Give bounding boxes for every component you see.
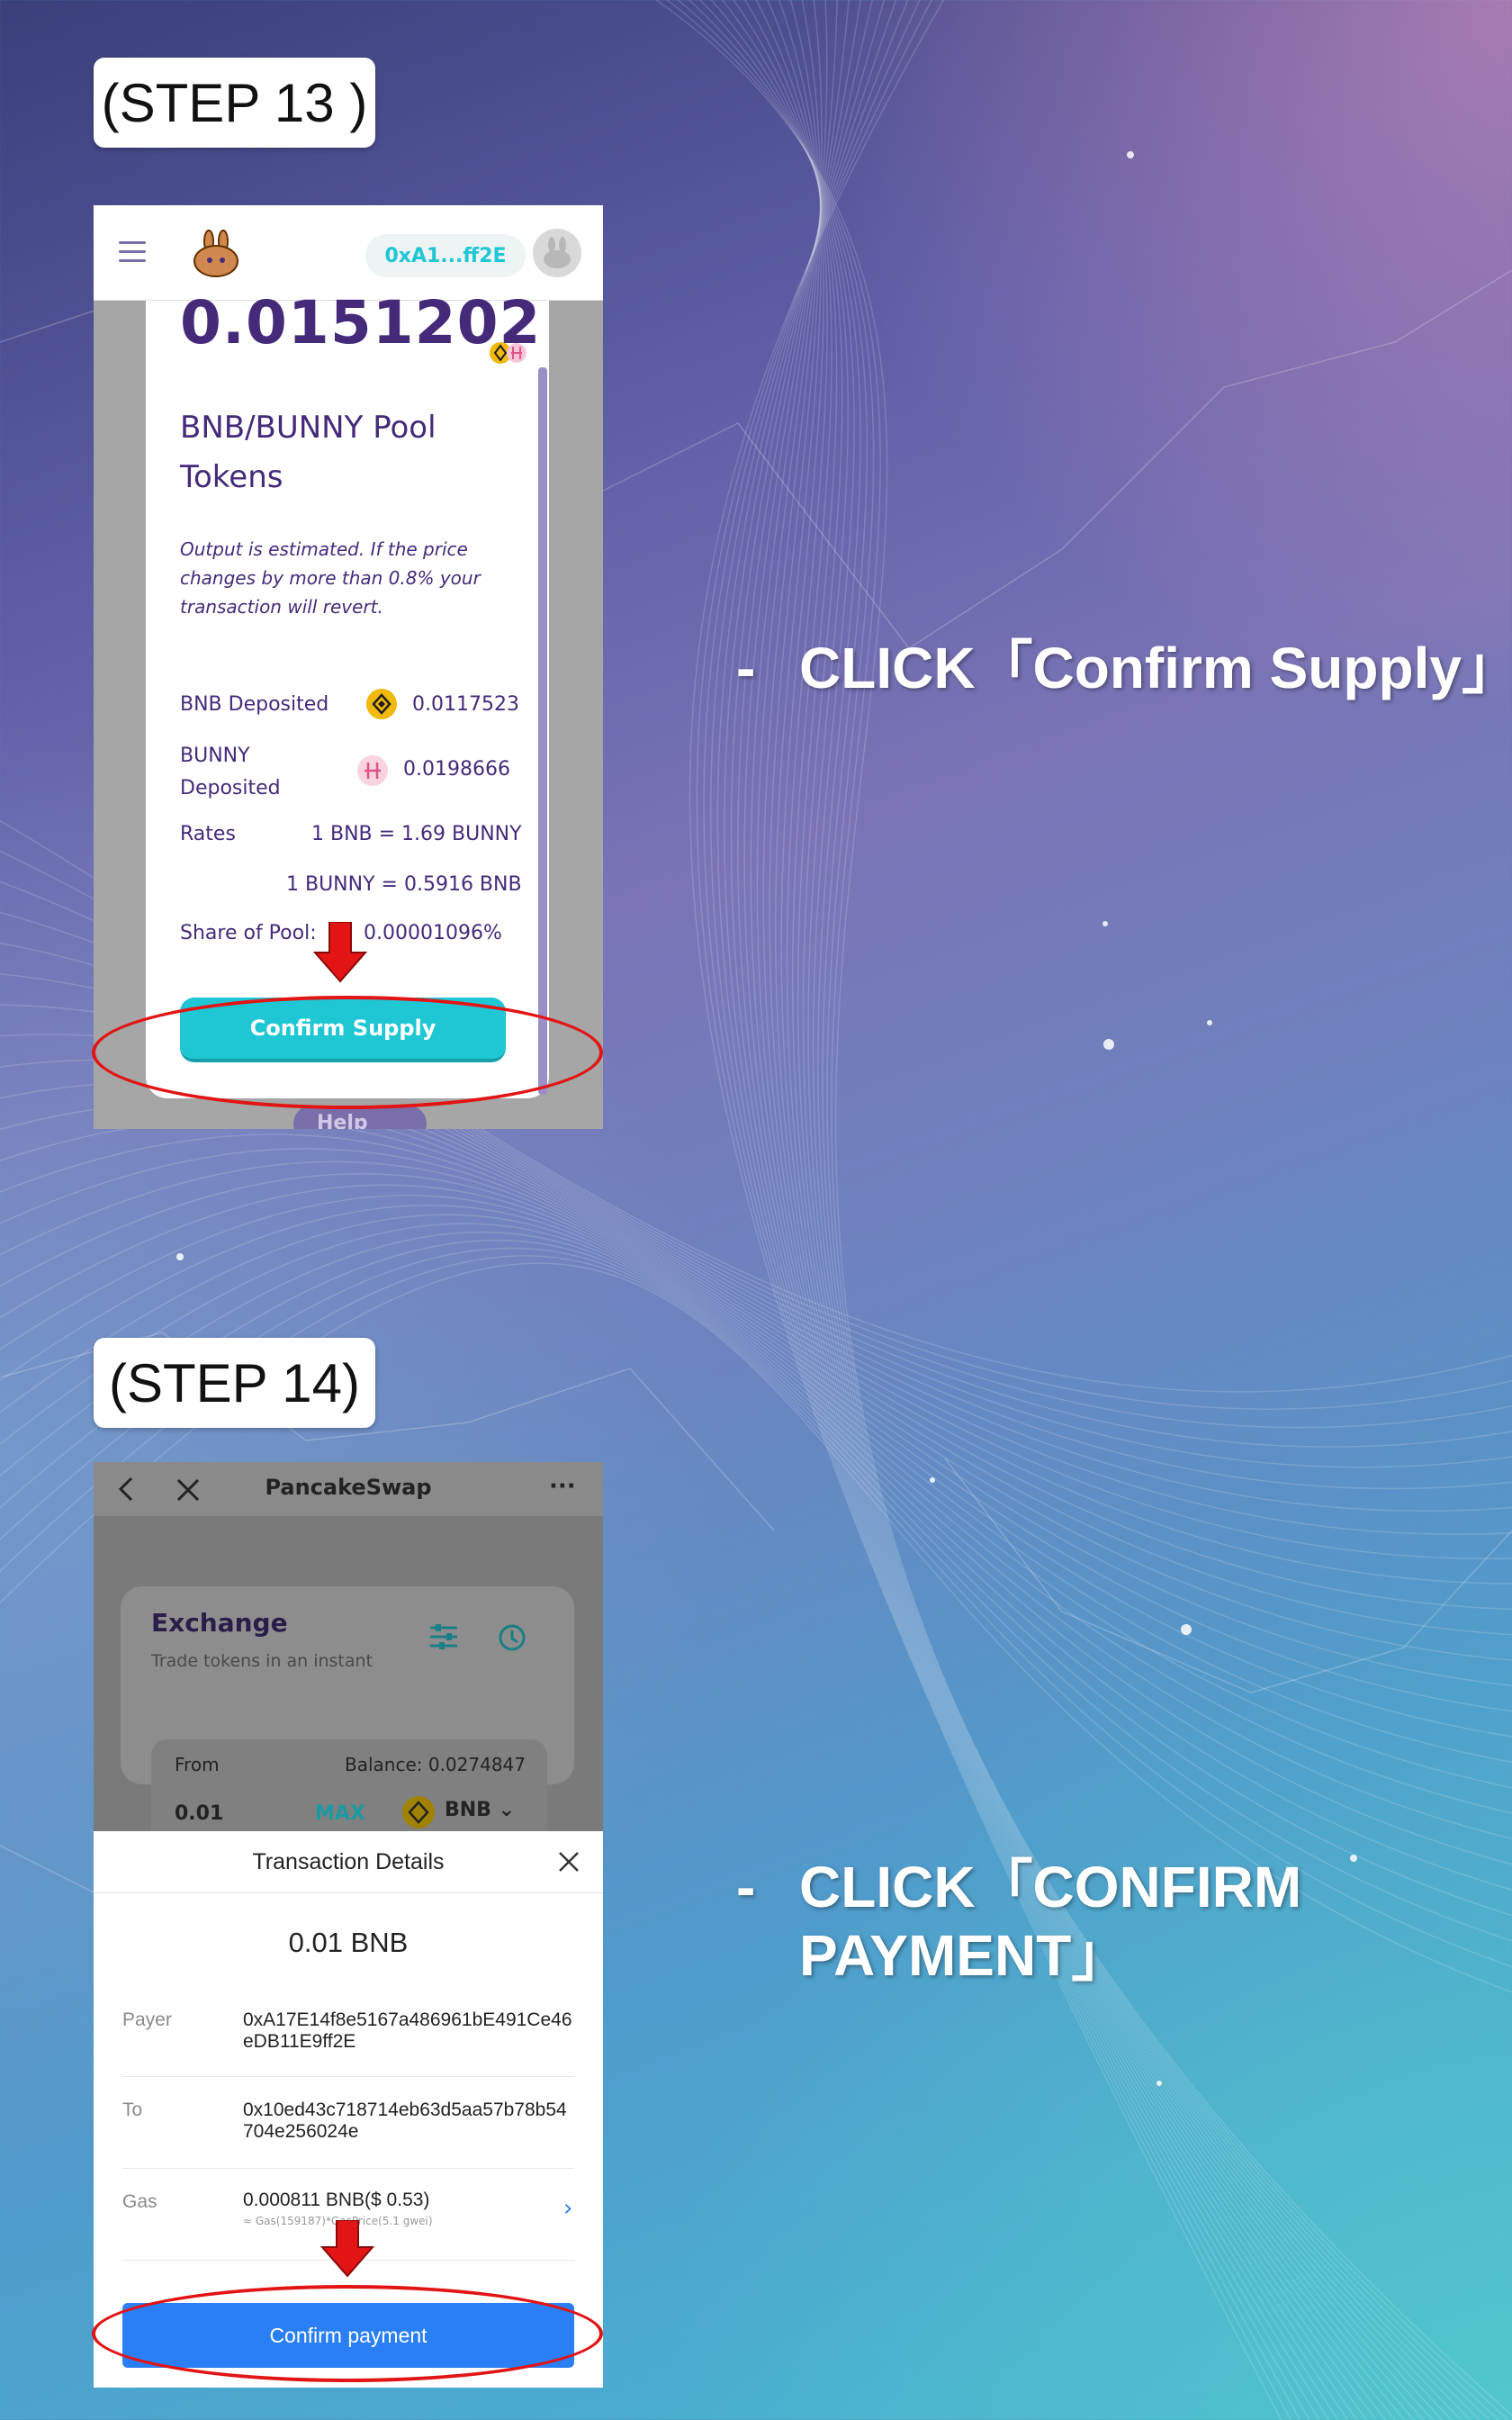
step-14-pointer-arrow-icon (320, 2220, 374, 2278)
more-options-icon[interactable]: ··· (549, 1473, 576, 1500)
bnb-bunny-pair-icon (490, 342, 526, 364)
browser-navbar: PancakeSwap ··· (94, 1462, 603, 1516)
share-of-pool-value: 0.00001096% (364, 922, 502, 944)
bnb-deposited-value: 0.0117523 (412, 693, 519, 716)
close-icon[interactable] (556, 1849, 581, 1874)
to-address: 0x10ed43c718714eb63d5aa57b78b54704e25602… (243, 2099, 567, 2142)
help-button-label: Help (317, 1112, 368, 1129)
gas-details-chevron-icon[interactable]: › (563, 2195, 572, 2222)
pancakeswap-header: 0xA1...ff2E (94, 205, 603, 301)
step-13-highlight-ellipse (92, 996, 603, 1109)
instruction-dash: - (736, 636, 756, 700)
from-label: From (175, 1754, 220, 1775)
exchange-subtitle: Trade tokens in an instant (151, 1651, 374, 1671)
bunny-deposited-label: BUNNY Deposited (180, 745, 281, 799)
bnb-token-icon (402, 1796, 435, 1829)
step-13-label: (STEP 13 ) (94, 58, 375, 148)
to-label: To (122, 2099, 143, 2120)
bnb-coin-icon (366, 689, 397, 719)
payer-label: Payer (122, 2009, 172, 2030)
rate-bunny-to-bnb: 1 BUNNY = 0.5916 BNB (286, 873, 522, 896)
step-13-pointer-arrow-icon (313, 922, 367, 983)
share-of-pool-label: Share of Pool: (180, 922, 317, 944)
profile-avatar[interactable] (533, 229, 581, 277)
step-14-label: (STEP 14) (94, 1338, 375, 1428)
step-14-instruction-line1: CLICK「CONFIRM (799, 1855, 1302, 1919)
history-clock-icon[interactable] (497, 1622, 527, 1653)
rate-bnb-to-bunny: 1 BNB = 1.69 BUNNY (311, 823, 522, 845)
modal-scrollbar[interactable] (538, 367, 547, 1095)
balance-label: Balance: 0.0274847 (344, 1754, 526, 1775)
gas-label: Gas (122, 2191, 158, 2212)
payer-address: 0xA17E14f8e5167a486961bE491Ce46eDB11E9ff… (243, 2009, 572, 2052)
sheet-divider (94, 1892, 603, 1893)
instruction-dash: - (736, 1855, 756, 1919)
pancakeswap-bunny-logo[interactable] (191, 229, 241, 279)
transaction-amount: 0.01 BNB (288, 1927, 409, 1958)
max-button[interactable]: MAX (315, 1802, 365, 1825)
step-13-screenshot: 0xA1...ff2E 0.0151202 BNB/BUNNY Pool Tok… (94, 205, 603, 1129)
wallet-address-pill[interactable]: 0xA1...ff2E (365, 234, 526, 277)
pool-token-name: BNB/BUNNY Pool Tokens (180, 410, 436, 495)
browser-title: PancakeSwap (265, 1475, 432, 1500)
row-divider (122, 2076, 574, 2077)
step-13-instruction-text: CLICK「Confirm Supply」 (799, 636, 1512, 700)
row-divider (122, 2168, 574, 2169)
bunny-avatar-icon (544, 237, 571, 268)
gas-value: 0.000811 BNB($ 0.53) (243, 2190, 430, 2210)
chevron-down-icon: ⌄ (498, 1799, 516, 1821)
step-14-highlight-ellipse (92, 2285, 603, 2382)
step-14-instruction-line2: PAYMENT」 (799, 1923, 1130, 1988)
bnb-deposited-label: BNB Deposited (180, 693, 329, 716)
token-select[interactable]: BNB ⌄ (445, 1799, 515, 1821)
rates-label: Rates (180, 823, 236, 845)
sheet-title: Transaction Details (252, 1849, 445, 1874)
from-amount-input[interactable]: 0.01 (175, 1802, 223, 1825)
exchange-title: Exchange (151, 1608, 288, 1638)
token-select-label: BNB (445, 1799, 491, 1821)
bunny-deposited-value: 0.0198666 (403, 758, 510, 781)
bunny-coin-icon (357, 755, 388, 786)
settings-sliders-icon[interactable] (428, 1622, 459, 1651)
estimate-notice: Output is estimated. If the price change… (180, 538, 481, 618)
hamburger-menu-icon[interactable] (119, 241, 146, 263)
